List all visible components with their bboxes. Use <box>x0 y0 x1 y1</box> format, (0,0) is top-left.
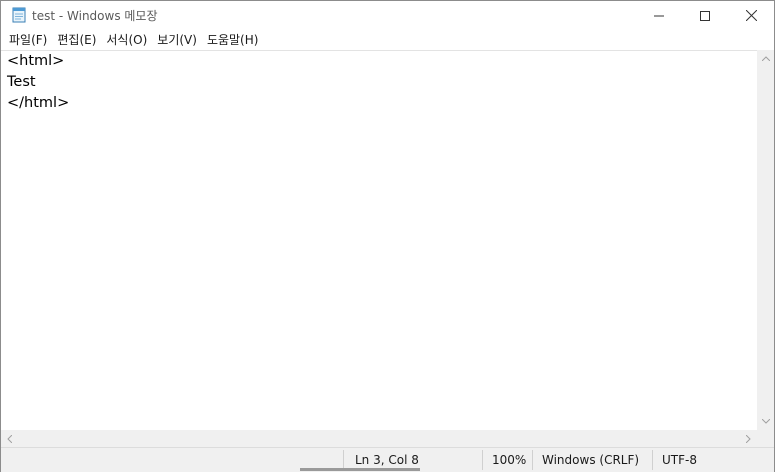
taskbar-edge <box>300 468 420 471</box>
status-divider <box>532 450 533 470</box>
line-ending: Windows (CRLF) <box>542 453 640 467</box>
horizontal-scrollbar[interactable] <box>1 430 757 447</box>
notepad-icon <box>11 7 27 23</box>
status-divider <box>343 450 344 470</box>
status-divider <box>482 450 483 470</box>
close-icon <box>745 10 757 21</box>
minimize-icon <box>654 11 664 21</box>
scroll-up-icon[interactable] <box>757 50 774 67</box>
menu-help[interactable]: 도움말(H) <box>203 30 263 50</box>
maximize-button[interactable] <box>682 1 728 30</box>
close-button[interactable] <box>728 1 774 30</box>
vertical-scrollbar[interactable] <box>757 50 774 430</box>
menu-edit[interactable]: 편집(E) <box>53 30 100 50</box>
maximize-icon <box>700 10 710 21</box>
scroll-right-icon[interactable] <box>740 430 757 447</box>
editor-line: Test <box>7 74 36 90</box>
text-editor[interactable]: <html> Test </html> <box>1 50 757 431</box>
status-divider <box>652 450 653 470</box>
editor-line: </html> <box>7 95 70 111</box>
notepad-window: test - Windows 메모장 파일(F) 편집(E) 서식(O) 보기(… <box>0 0 775 472</box>
minimize-button[interactable] <box>636 1 682 30</box>
title-bar[interactable]: test - Windows 메모장 <box>1 1 774 30</box>
menu-format[interactable]: 서식(O) <box>102 30 151 50</box>
menu-file[interactable]: 파일(F) <box>5 30 51 50</box>
encoding: UTF-8 <box>662 453 697 467</box>
zoom-level: 100% <box>492 453 527 467</box>
menu-bar: 파일(F) 편집(E) 서식(O) 보기(V) 도움말(H) <box>1 30 774 50</box>
scrollbar-corner <box>757 430 774 447</box>
editor-line: <html> <box>7 53 65 69</box>
menu-view[interactable]: 보기(V) <box>153 30 201 50</box>
scroll-down-icon[interactable] <box>757 413 774 430</box>
window-title: test - Windows 메모장 <box>32 9 158 23</box>
scroll-left-icon[interactable] <box>1 430 18 447</box>
